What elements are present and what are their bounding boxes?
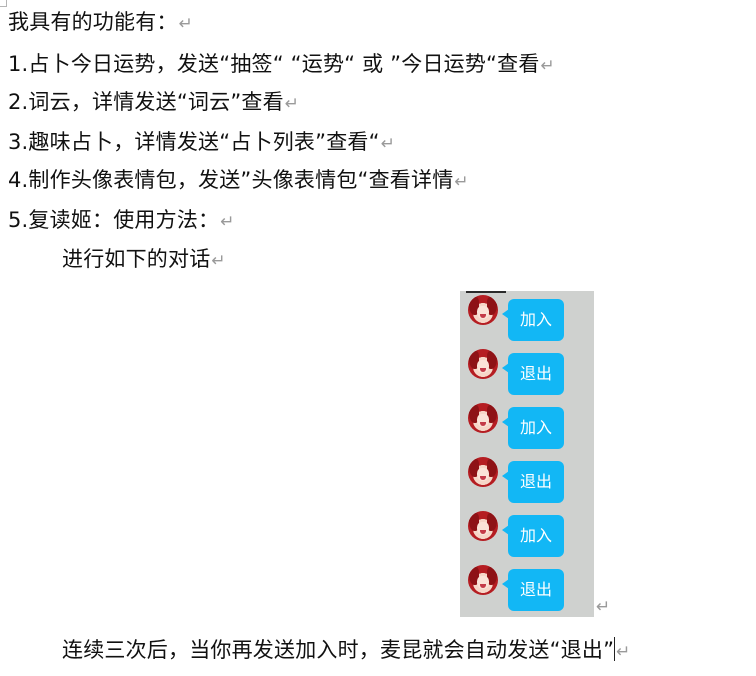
doc-line-4[interactable]: 3.趣味占卜，详情发送“占卜列表”查看“↵ xyxy=(8,128,395,158)
chat-message: 退出 xyxy=(460,453,594,503)
chat-bubble: 退出 xyxy=(502,353,564,395)
avatar xyxy=(468,457,498,487)
avatar xyxy=(468,511,498,541)
paragraph-mark-icon: ↵ xyxy=(540,56,555,76)
chat-bubble: 加入 xyxy=(502,299,564,341)
paragraph-mark-icon: ↵ xyxy=(596,597,611,617)
doc-line-6[interactable]: 5.复读姬：使用方法：↵ xyxy=(8,206,235,236)
chat-message: 加入 xyxy=(460,507,594,557)
paragraph-mark-icon: ↵ xyxy=(380,134,396,154)
chat-message: 加入 xyxy=(460,399,594,449)
doc-line-closing[interactable]: 连续三次后，当你再发送加入时，麦昆就会自动发送“退出” ↵ xyxy=(62,636,631,666)
paragraph-mark-icon: ↵ xyxy=(616,642,631,662)
doc-line-7-text: 进行如下的对话 xyxy=(62,247,211,271)
chat-screenshot-image: 加入 退出 加入 退出 加入 退出 xyxy=(460,291,594,617)
doc-line-4-text: 3.趣味占卜，详情发送“占卜列表”查看“ xyxy=(8,130,380,154)
avatar xyxy=(468,349,498,379)
avatar xyxy=(468,565,498,595)
doc-line-7[interactable]: 进行如下的对话↵ xyxy=(62,245,226,275)
doc-line-2[interactable]: 1.占卜今日运势，发送“抽签“ “运势“ 或 ”今日运势“查看↵ xyxy=(8,50,555,80)
avatar xyxy=(468,295,498,325)
doc-line-2-text: 1.占卜今日运势，发送“抽签“ “运势“ 或 ”今日运势“查看 xyxy=(8,52,540,76)
doc-line-1-text: 我具有的功能有： xyxy=(8,10,178,34)
paragraph-mark-icon: ↵ xyxy=(211,251,226,271)
avatar xyxy=(468,403,498,433)
paragraph-mark-icon: ↵ xyxy=(178,14,194,34)
doc-line-3[interactable]: 2.词云，详情发送“词云”查看↵ xyxy=(8,88,299,118)
paragraph-mark-icon: ↵ xyxy=(284,94,300,114)
doc-line-3-text: 2.词云，详情发送“词云”查看 xyxy=(8,90,284,114)
paragraph-mark-icon: ↵ xyxy=(220,212,235,232)
doc-line-6-text: 5.复读姬：使用方法： xyxy=(8,208,220,232)
paragraph-mark-icon: ↵ xyxy=(454,172,469,192)
chat-bubble: 退出 xyxy=(502,569,564,611)
chat-bubble: 退出 xyxy=(502,461,564,503)
chat-message: 加入 xyxy=(460,291,594,341)
page-corner-mark xyxy=(0,0,7,7)
doc-line-5-text: 4.制作头像表情包，发送”头像表情包“查看详情 xyxy=(8,168,454,192)
doc-line-5[interactable]: 4.制作头像表情包，发送”头像表情包“查看详情↵ xyxy=(8,166,469,196)
doc-line-closing-text: 连续三次后，当你再发送加入时，麦昆就会自动发送“退出” xyxy=(62,638,615,662)
chat-message: 退出 xyxy=(460,345,594,395)
chat-bubble: 加入 xyxy=(502,515,564,557)
doc-line-1[interactable]: 我具有的功能有：↵ xyxy=(8,8,193,38)
chat-bubble: 加入 xyxy=(502,407,564,449)
chat-message: 退出 xyxy=(460,561,594,611)
